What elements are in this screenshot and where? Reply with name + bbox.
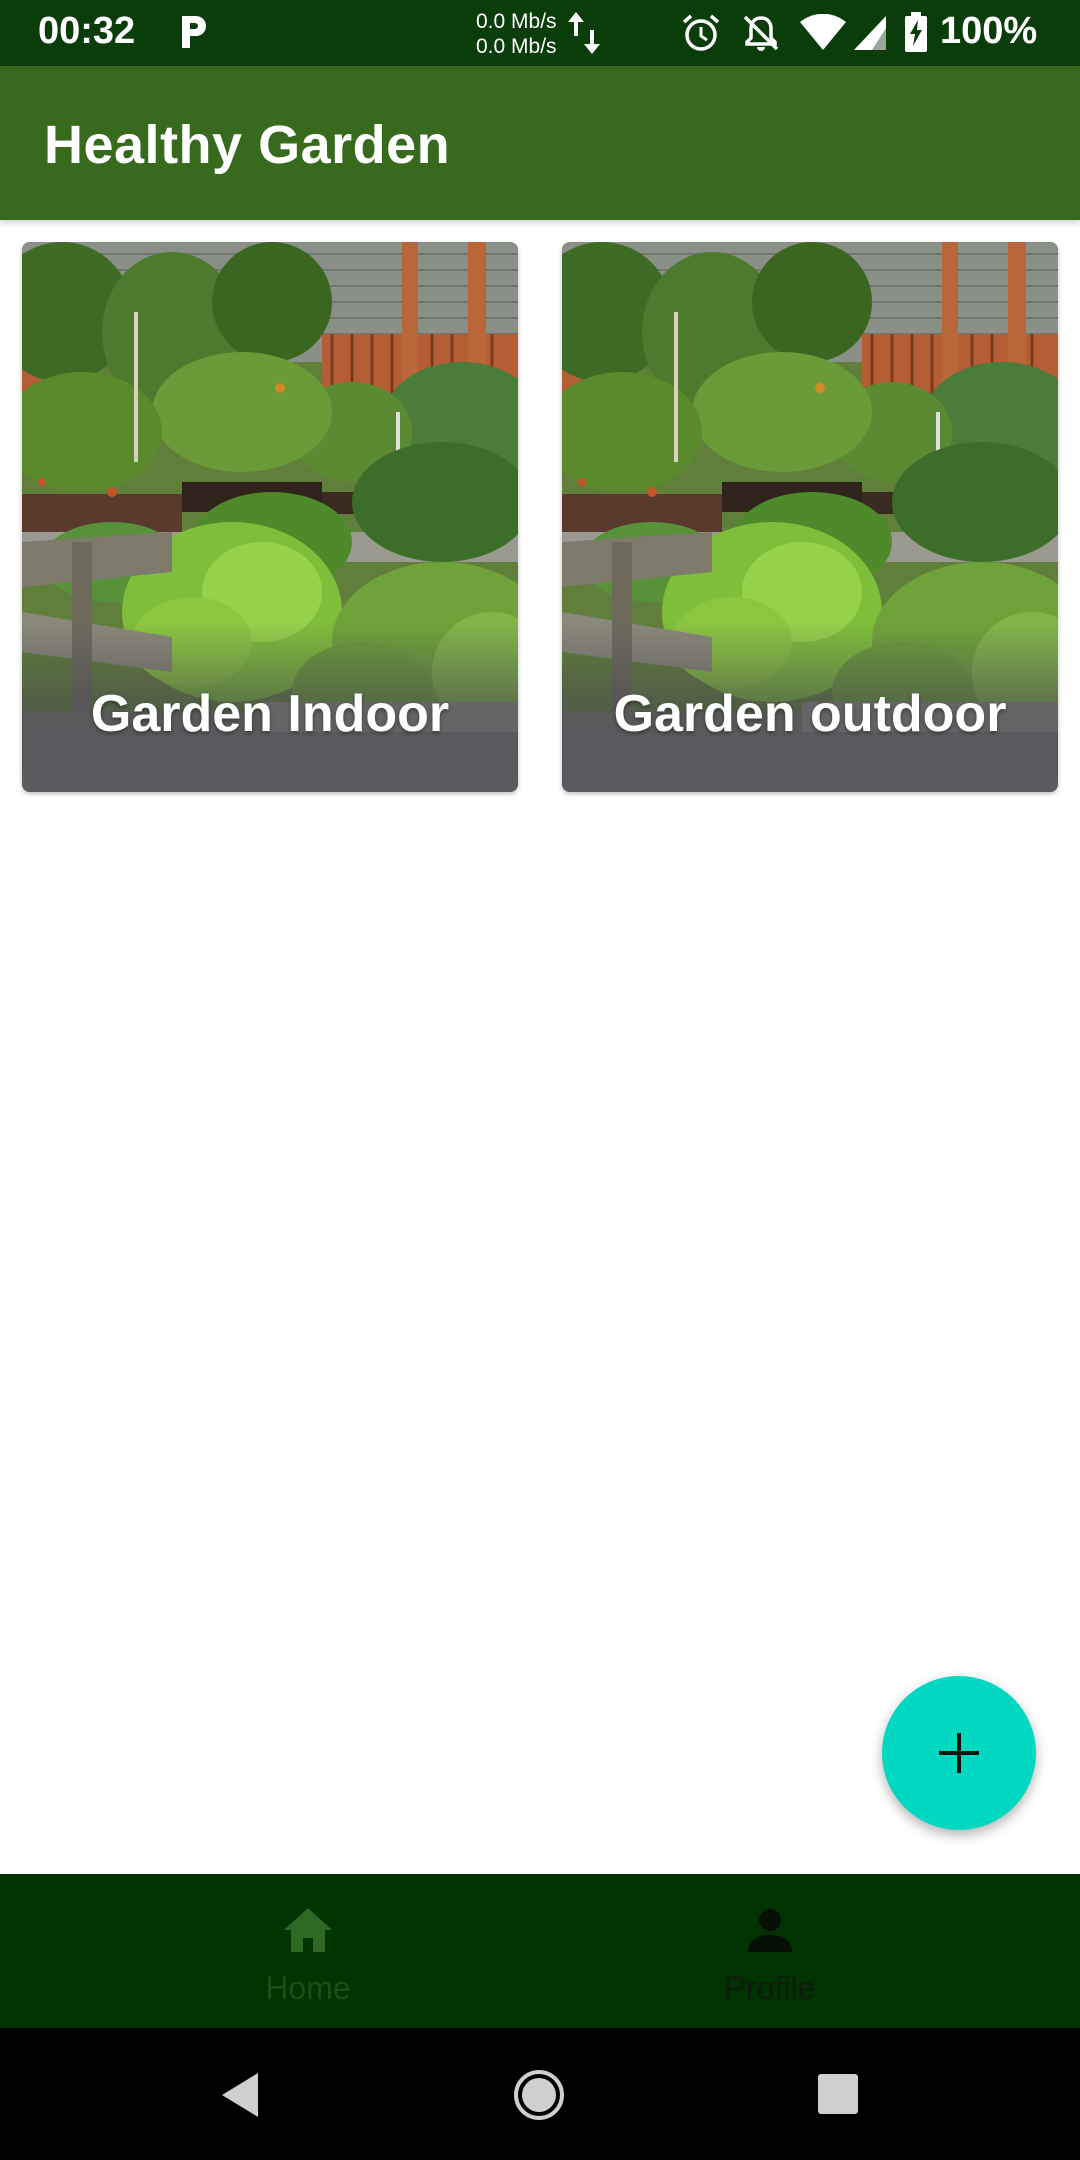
battery-percent: 100% — [940, 10, 1038, 52]
person-icon — [748, 1909, 792, 1952]
add-garden-button[interactable] — [882, 1676, 1036, 1830]
alarm-icon — [682, 14, 720, 51]
app-bar: Healthy Garden — [0, 66, 1080, 220]
nav-item-home[interactable]: Home — [158, 1874, 458, 2028]
network-speed: 0.0 Mb/s 0.0 Mb/s — [476, 9, 557, 59]
recents-icon[interactable] — [816, 2072, 860, 2116]
garden-card-outdoor[interactable]: Garden outdoor — [562, 242, 1058, 792]
home-icon — [284, 1908, 332, 1952]
home-circle-icon[interactable] — [512, 2068, 566, 2122]
app-title: Healthy Garden — [44, 115, 451, 175]
garden-card-indoor[interactable]: Garden Indoor — [22, 242, 518, 792]
system-navigation-bar — [0, 2028, 1080, 2160]
parking-icon — [182, 16, 206, 48]
signal-icon — [854, 16, 886, 50]
plus-icon — [939, 1733, 979, 1773]
nav-label-home: Home — [265, 1970, 351, 2006]
status-time: 00:32 — [38, 10, 136, 52]
net-down-speed: 0.0 Mb/s — [476, 35, 557, 58]
net-up-speed: 0.0 Mb/s — [476, 10, 557, 33]
garden-card-label: Garden outdoor — [613, 685, 1007, 743]
screen: 00:32 0.0 Mb/s 0.0 Mb/s 100% Healthy Gar… — [0, 0, 1080, 2160]
battery-charging-icon — [905, 12, 927, 52]
nav-item-profile[interactable]: Profile — [620, 1874, 920, 2028]
bell-off-icon — [743, 15, 779, 51]
garden-card-label: Garden Indoor — [90, 685, 450, 743]
back-icon[interactable] — [218, 2070, 262, 2120]
wifi-icon — [800, 14, 846, 50]
status-bar: 00:32 0.0 Mb/s 0.0 Mb/s 100% — [0, 0, 1080, 66]
bottom-navigation: Home Profile — [0, 1874, 1080, 2028]
network-arrows-icon — [568, 12, 600, 54]
nav-label-profile: Profile — [724, 1970, 816, 2006]
